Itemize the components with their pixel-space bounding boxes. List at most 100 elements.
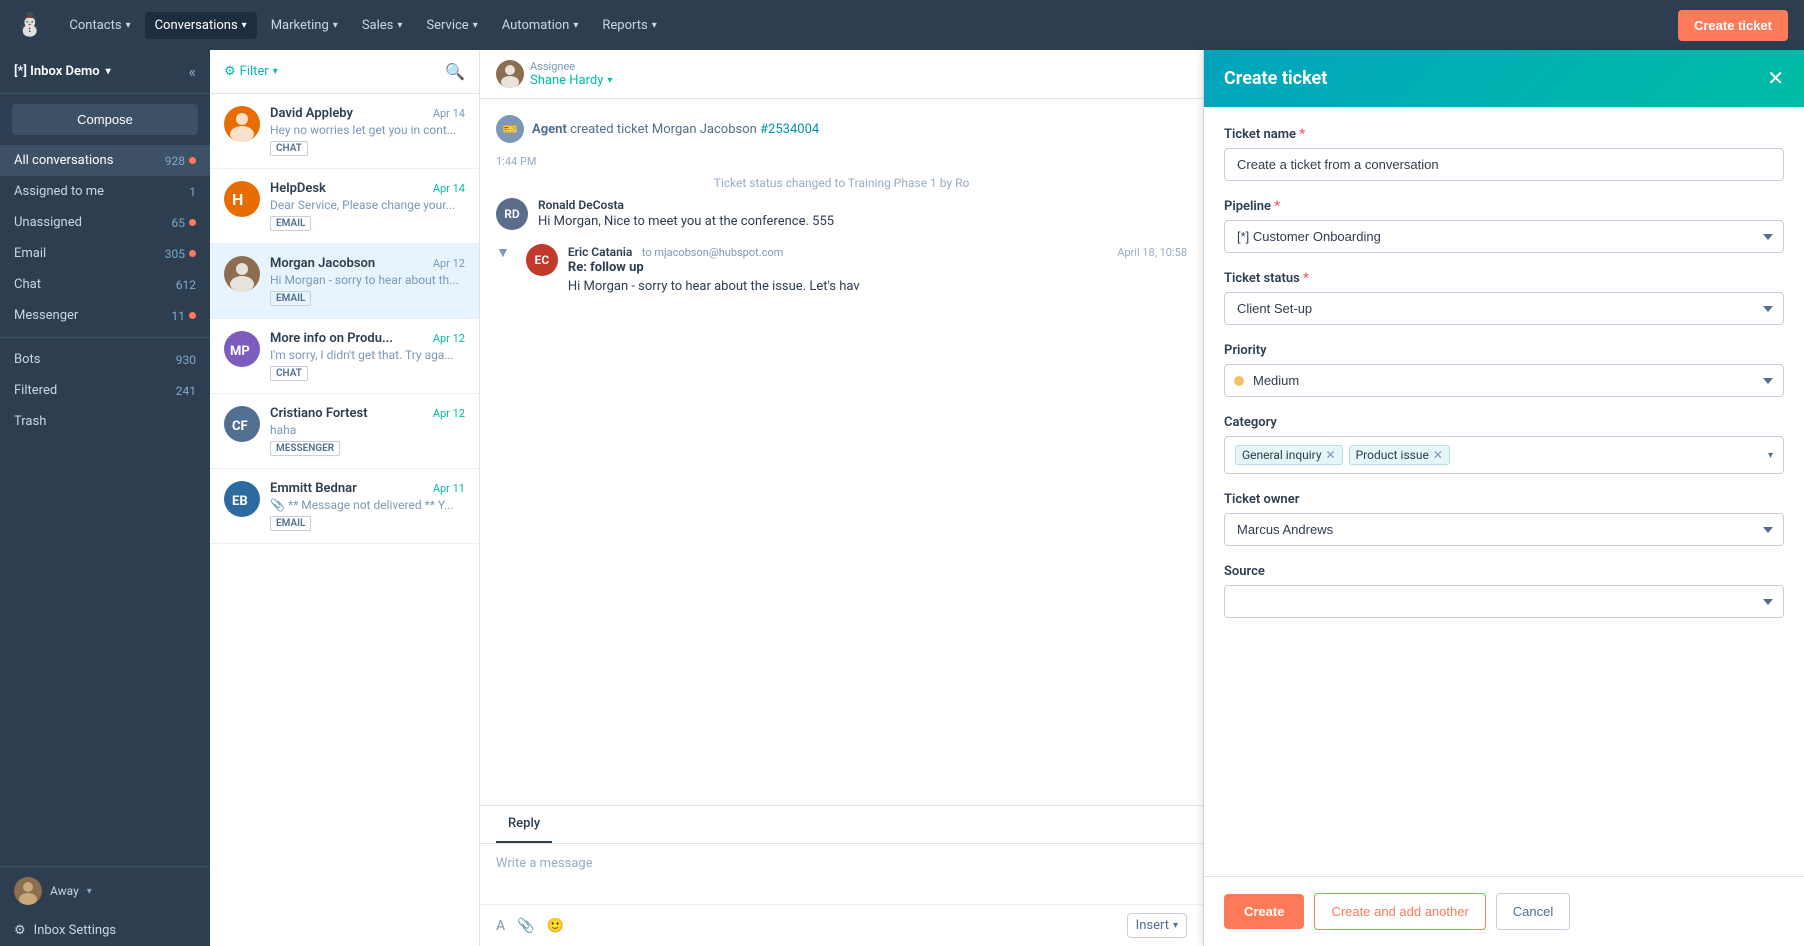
conversations-chevron-icon: ▾ bbox=[242, 20, 247, 31]
sidebar-item-unassigned[interactable]: Unassigned 65 bbox=[0, 207, 210, 238]
sidebar-item-filtered[interactable]: Filtered 241 bbox=[0, 375, 210, 406]
message-input[interactable]: Write a message bbox=[480, 844, 1203, 904]
conversation-item[interactable]: David Appleby Apr 14 Hey no worries let … bbox=[210, 94, 479, 169]
unassigned-dot bbox=[189, 219, 196, 226]
ticket-owner-label: Ticket owner bbox=[1224, 492, 1784, 507]
priority-select[interactable]: Low Medium High Urgent bbox=[1224, 364, 1784, 397]
reply-toolbar: A 📎 🙂 Insert ▾ bbox=[480, 904, 1203, 946]
create-button[interactable]: Create bbox=[1224, 894, 1304, 929]
source-select[interactable] bbox=[1224, 585, 1784, 618]
ticket-name-group: Ticket name * bbox=[1224, 127, 1784, 181]
conversation-item[interactable]: CF Cristiano Fortest Apr 12 haha MESSENG… bbox=[210, 394, 479, 469]
sidebar-item-all-conversations[interactable]: All conversations 928 bbox=[0, 145, 210, 176]
nav-sales[interactable]: Sales ▾ bbox=[352, 12, 413, 39]
avatar bbox=[224, 106, 260, 142]
avatar: EB bbox=[224, 481, 260, 517]
avatar: CF bbox=[224, 406, 260, 442]
inbox-settings-link[interactable]: ⚙ Inbox Settings bbox=[0, 915, 210, 946]
panel-title: Create ticket bbox=[1224, 68, 1327, 89]
sidebar-item-trash[interactable]: Trash bbox=[0, 406, 210, 437]
emoji-icon[interactable]: 🙂 bbox=[547, 918, 564, 934]
sidebar-item-bots[interactable]: Bots 930 bbox=[0, 344, 210, 375]
create-ticket-nav-button[interactable]: Create ticket bbox=[1678, 10, 1788, 41]
filter-button[interactable]: ⚙ Filter ▾ bbox=[224, 64, 278, 79]
sidebar-nav: All conversations 928 Assigned to me 1 U… bbox=[0, 145, 210, 866]
collapsed-message: ▼ EC Eric Catania to mjacobson@hubspot.c… bbox=[496, 244, 1187, 294]
sidebar-item-assigned-to-me[interactable]: Assigned to me 1 bbox=[0, 176, 210, 207]
main-layout: [*] Inbox Demo ▾ « Compose All conversat… bbox=[0, 50, 1804, 946]
panel-body: Ticket name * Pipeline * [*] Customer On… bbox=[1204, 107, 1804, 876]
tab-reply[interactable]: Reply bbox=[496, 806, 552, 843]
category-tags-container[interactable]: General inquiry ✕ Product issue ✕ ▾ bbox=[1224, 436, 1784, 474]
ticket-status-label: Ticket status * bbox=[1224, 271, 1784, 286]
category-tag-product: Product issue ✕ bbox=[1349, 445, 1450, 465]
category-dropdown-icon[interactable]: ▾ bbox=[1768, 450, 1773, 461]
collapse-sidebar-icon[interactable]: « bbox=[188, 62, 196, 81]
sidebar-item-email[interactable]: Email 305 bbox=[0, 238, 210, 269]
user-status-area[interactable]: Away ▾ bbox=[0, 866, 210, 915]
settings-gear-icon: ⚙ bbox=[14, 923, 26, 938]
ticket-status-group: Ticket status * New Waiting on contact W… bbox=[1224, 271, 1784, 325]
pipeline-group: Pipeline * [*] Customer Onboarding Suppo… bbox=[1224, 199, 1784, 253]
system-icon: 🎫 bbox=[496, 115, 524, 143]
create-ticket-panel: Create ticket ✕ Ticket name * Pipeline *… bbox=[1204, 50, 1804, 946]
ticket-name-input[interactable] bbox=[1224, 148, 1784, 181]
search-icon[interactable]: 🔍 bbox=[445, 62, 465, 81]
sidebar: [*] Inbox Demo ▾ « Compose All conversat… bbox=[0, 50, 210, 946]
conv-body: David Appleby Apr 14 Hey no worries let … bbox=[270, 106, 465, 156]
messenger-dot bbox=[189, 312, 196, 319]
conversation-main: Assignee Shane Hardy ▾ 🎫 Agent created t… bbox=[480, 50, 1204, 946]
top-nav: ⛄ Contacts ▾ Conversations ▾ Marketing ▾… bbox=[0, 0, 1804, 50]
ticket-name-label: Ticket name * bbox=[1224, 127, 1784, 142]
expand-message-icon[interactable]: ▼ bbox=[496, 244, 510, 261]
reply-tabs: Reply bbox=[480, 806, 1203, 844]
conv-body: Morgan Jacobson Apr 12 Hi Morgan - sorry… bbox=[270, 256, 465, 306]
filter-icon: ⚙ bbox=[224, 64, 236, 79]
user-avatar bbox=[14, 877, 42, 905]
nav-automation[interactable]: Automation ▾ bbox=[492, 12, 589, 39]
all-conversations-dot bbox=[189, 157, 196, 164]
conversation-item[interactable]: MP More info on Produ... Apr 12 I'm sorr… bbox=[210, 319, 479, 394]
reply-area: Reply Write a message A 📎 🙂 Insert ▾ bbox=[480, 805, 1203, 946]
nav-service[interactable]: Service ▾ bbox=[416, 12, 487, 39]
priority-group: Priority Low Medium High Urgent bbox=[1224, 343, 1784, 397]
hubspot-logo: ⛄ bbox=[16, 13, 43, 38]
conv-body: Emmitt Bednar Apr 11 📎 ** Message not de… bbox=[270, 481, 465, 531]
avatar bbox=[224, 256, 260, 292]
inbox-title[interactable]: [*] Inbox Demo ▾ bbox=[14, 64, 111, 79]
ticket-link[interactable]: #2534004 bbox=[760, 122, 819, 137]
nav-reports[interactable]: Reports ▾ bbox=[592, 12, 666, 39]
conversation-item-active[interactable]: Morgan Jacobson Apr 12 Hi Morgan - sorry… bbox=[210, 244, 479, 319]
insert-chevron-icon: ▾ bbox=[1173, 920, 1178, 931]
sidebar-item-messenger[interactable]: Messenger 11 bbox=[0, 300, 210, 331]
ticket-owner-select[interactable]: Marcus Andrews bbox=[1224, 513, 1784, 546]
nav-contacts[interactable]: Contacts ▾ bbox=[59, 12, 140, 39]
assignee-chevron-icon: ▾ bbox=[607, 75, 612, 86]
filter-chevron-icon: ▾ bbox=[273, 66, 278, 77]
conversation-messages: 🎫 Agent created ticket Morgan Jacobson #… bbox=[480, 99, 1203, 805]
close-panel-button[interactable]: ✕ bbox=[1767, 66, 1784, 91]
create-and-add-another-button[interactable]: Create and add another bbox=[1314, 893, 1485, 930]
automation-chevron-icon: ▾ bbox=[573, 20, 578, 31]
nav-conversations[interactable]: Conversations ▾ bbox=[145, 12, 257, 39]
attachment-icon[interactable]: 📎 bbox=[517, 918, 534, 934]
conv-list-header: ⚙ Filter ▾ 🔍 bbox=[210, 50, 479, 94]
conversation-item[interactable]: EB Emmitt Bednar Apr 11 📎 ** Message not… bbox=[210, 469, 479, 544]
compose-button[interactable]: Compose bbox=[12, 104, 198, 135]
email-dot bbox=[189, 250, 196, 257]
sidebar-item-chat[interactable]: Chat 612 bbox=[0, 269, 210, 300]
message-bubble: RD Ronald DeCosta Hi Morgan, Nice to mee… bbox=[496, 198, 1187, 230]
pipeline-select[interactable]: [*] Customer Onboarding Support Pipeline… bbox=[1224, 220, 1784, 253]
svg-text:MP: MP bbox=[230, 344, 250, 359]
ticket-status-select[interactable]: New Waiting on contact Waiting on us Cli… bbox=[1224, 292, 1784, 325]
remove-product-issue-icon[interactable]: ✕ bbox=[1433, 448, 1443, 462]
cancel-button[interactable]: Cancel bbox=[1496, 893, 1570, 930]
text-format-icon[interactable]: A bbox=[496, 918, 505, 934]
remove-general-inquiry-icon[interactable]: ✕ bbox=[1326, 448, 1336, 462]
conversation-item[interactable]: H HelpDesk Apr 14 Dear Service, Please c… bbox=[210, 169, 479, 244]
panel-header: Create ticket ✕ bbox=[1204, 50, 1804, 107]
insert-button[interactable]: Insert ▾ bbox=[1127, 913, 1187, 938]
nav-marketing[interactable]: Marketing ▾ bbox=[261, 12, 348, 39]
source-group: Source bbox=[1224, 564, 1784, 618]
service-chevron-icon: ▾ bbox=[473, 20, 478, 31]
